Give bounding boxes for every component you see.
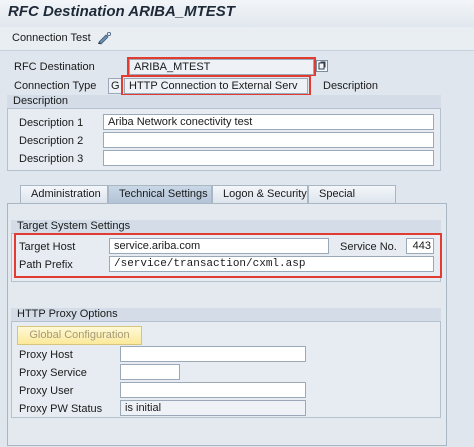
connection-type-code[interactable]: G bbox=[108, 78, 122, 94]
proxy-pw-status-label: Proxy PW Status bbox=[19, 403, 103, 415]
description-3-field[interactable] bbox=[103, 150, 434, 166]
window-title: RFC Destination ARIBA_MTEST bbox=[8, 3, 235, 20]
target-host-field[interactable]: service.ariba.com bbox=[109, 238, 329, 254]
service-no-label: Service No. bbox=[340, 241, 397, 253]
description-2-label: Description 2 bbox=[19, 135, 84, 147]
connection-type-field[interactable]: HTTP Connection to External Serv bbox=[124, 78, 308, 94]
path-prefix-field[interactable]: /service/transaction/cxml.asp bbox=[109, 256, 434, 272]
proxy-pw-status-field: is initial bbox=[120, 400, 306, 416]
rfc-destination-field[interactable]: ARIBA_MTEST bbox=[129, 59, 314, 75]
proxy-group-title: HTTP Proxy Options bbox=[11, 308, 441, 322]
tab-administration[interactable]: Administration bbox=[20, 185, 108, 203]
path-prefix-label: Path Prefix bbox=[19, 259, 73, 271]
proxy-service-field[interactable] bbox=[120, 364, 180, 380]
tab-special-options[interactable]: Special Options bbox=[308, 185, 396, 216]
global-configuration-button[interactable]: Global Configuration bbox=[17, 326, 142, 345]
proxy-user-label: Proxy User bbox=[19, 385, 74, 397]
tab-technical-settings[interactable]: Technical Settings bbox=[108, 185, 212, 203]
description-2-field[interactable] bbox=[103, 132, 434, 148]
edit-pencil-icon[interactable] bbox=[96, 31, 112, 45]
proxy-service-label: Proxy Service bbox=[19, 367, 87, 379]
connection-test-button[interactable]: Connection Test bbox=[12, 32, 91, 44]
description-group-title: Description bbox=[7, 95, 441, 109]
description-1-field[interactable]: Ariba Network conectivity test bbox=[103, 114, 434, 130]
description-3-label: Description 3 bbox=[19, 153, 84, 165]
proxy-user-field[interactable] bbox=[120, 382, 306, 398]
rfc-destination-label: RFC Destination bbox=[14, 61, 95, 73]
connection-type-label: Connection Type bbox=[14, 80, 97, 92]
description-1-label: Description 1 bbox=[19, 117, 84, 129]
connection-type-description-label: Description bbox=[323, 80, 379, 92]
service-no-field[interactable]: 443 bbox=[406, 238, 434, 254]
target-host-label: Target Host bbox=[19, 241, 76, 253]
copy-icon[interactable] bbox=[316, 60, 328, 72]
proxy-host-label: Proxy Host bbox=[19, 349, 73, 361]
tab-logon-security[interactable]: Logon & Security bbox=[212, 185, 308, 203]
target-system-group-title: Target System Settings bbox=[11, 220, 441, 234]
proxy-host-field[interactable] bbox=[120, 346, 306, 362]
